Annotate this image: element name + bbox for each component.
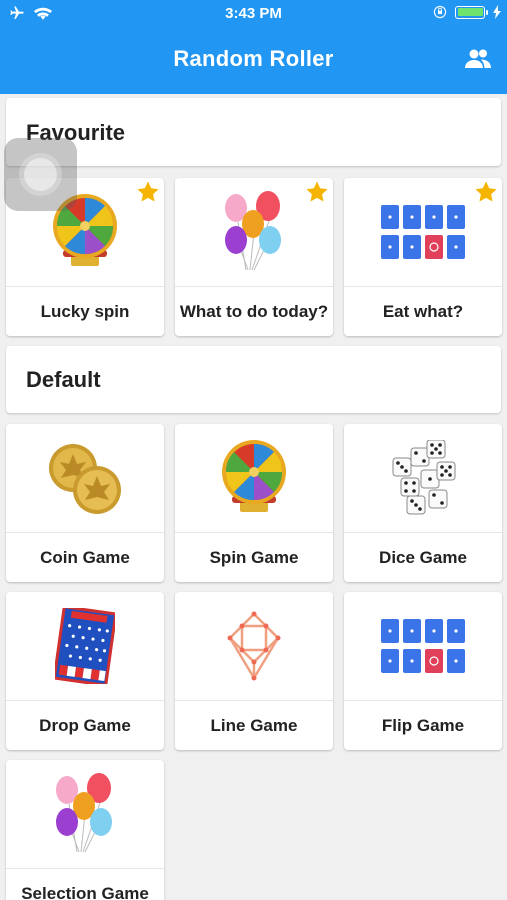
game-card-line-game[interactable]: Line Game [175,592,333,750]
game-card-label: Spin Game [209,548,299,567]
game-card-label: Line Game [210,716,298,735]
game-card-label: What to do today? [179,302,329,321]
spin-wheel-icon [175,424,333,532]
charging-bolt-icon [493,5,501,19]
coins-icon [6,424,164,532]
page-title: Random Roller [173,46,334,71]
assistive-touch-button[interactable] [4,138,77,211]
game-card-label: Lucky spin [40,302,130,321]
app-bar: 3:43 PM Random Roller [0,0,507,94]
game-card-selection-game[interactable]: Selection Game [6,760,164,900]
star-icon[interactable] [305,180,329,204]
status-bar: 3:43 PM [0,0,507,28]
assistive-touch-icon [24,158,57,191]
orientation-lock-icon [433,5,447,19]
game-card-label: Selection Game [21,884,149,900]
default-section-label: Default [26,367,101,392]
game-card-what-to-do-today[interactable]: What to do today? [175,178,333,336]
game-card-drop-game[interactable]: Drop Game [6,592,164,750]
default-section-header: Default [6,346,501,413]
people-icon [465,49,491,68]
game-card-label: Drop Game [39,716,131,735]
status-time: 3:43 PM [225,5,282,22]
balloons-icon [6,760,164,868]
plinko-board-icon [6,592,164,700]
game-card-coin-game[interactable]: Coin Game [6,424,164,582]
game-card-label: Coin Game [40,548,130,567]
game-card-eat-what[interactable]: Eat what? [344,178,502,336]
flip-cards-icon [344,592,502,700]
people-button[interactable] [463,47,493,71]
dice-icon [344,424,502,532]
game-card-label: Dice Game [379,548,467,567]
game-card-label: Eat what? [382,302,464,321]
star-icon[interactable] [136,180,160,204]
line-graph-icon [175,592,333,700]
game-card-label: Flip Game [381,716,465,735]
battery-icon [455,5,488,19]
star-icon[interactable] [474,180,498,204]
game-card-flip-game[interactable]: Flip Game [344,592,502,750]
favourite-section-header: Favourite [6,98,501,166]
game-card-spin-game[interactable]: Spin Game [175,424,333,582]
game-card-dice-game[interactable]: Dice Game [344,424,502,582]
